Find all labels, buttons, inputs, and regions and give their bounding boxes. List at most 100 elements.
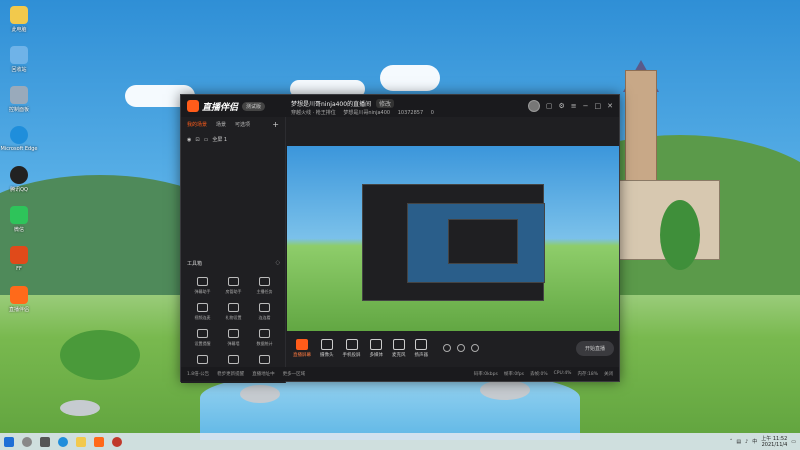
close-stats-button[interactable]: 关闭	[604, 371, 613, 377]
version-badge[interactable]: 测试版	[242, 101, 266, 111]
screen-capture-button[interactable]: 直播屏幕	[293, 338, 311, 358]
media-button[interactable]: 多媒体	[369, 338, 384, 358]
link-icon	[259, 303, 270, 312]
announcement-text: 1.8倍·公告	[187, 372, 210, 377]
camera-icon	[320, 338, 333, 350]
clock-date: 2021/11/4	[761, 441, 788, 448]
desktop-icon-label: 微信	[13, 227, 24, 233]
search-icon[interactable]	[22, 436, 32, 447]
extra-controls	[443, 344, 479, 352]
crossfire-icon	[10, 246, 28, 264]
tool-video-link[interactable]: 视频连麦	[187, 303, 218, 321]
message-icon[interactable]: ▢	[546, 102, 553, 110]
button-label: 多媒体	[369, 352, 384, 358]
desktop-icon-label: 回收站	[11, 67, 27, 73]
edge-icon[interactable]	[58, 436, 68, 447]
screen-icon	[296, 338, 308, 350]
desktop-icon-label: 控制面板	[8, 107, 29, 113]
speaker-button[interactable]: 扬声器	[415, 338, 428, 358]
clock[interactable]: 上午 11:52 2021/11/4	[761, 436, 787, 448]
window-controls: ▢ ⚙ ≡ − □ ✕	[527, 100, 613, 112]
logo-icon	[187, 100, 199, 112]
windows-start-icon[interactable]	[4, 436, 14, 447]
tool-label: 礼物设置	[225, 315, 242, 320]
control-panel-icon	[10, 86, 28, 104]
logo-text: 直播伴侣	[202, 102, 239, 113]
viewer-count: 0	[430, 110, 434, 116]
add-scene-icon[interactable]: +	[272, 120, 279, 129]
button-label: 直播屏幕	[293, 352, 311, 358]
settings-icon[interactable]	[471, 344, 479, 352]
settings-icon[interactable]: ⚙	[558, 102, 564, 110]
start-live-button[interactable]: 开始直播	[575, 340, 614, 356]
phone-cast-button[interactable]: 手机投屏	[342, 338, 361, 358]
download-icon	[228, 355, 239, 364]
desktop-icon-control-panel[interactable]: 控制面板	[4, 86, 34, 126]
tool-danmu-wall[interactable]: 弹幕墙	[218, 329, 249, 347]
nested-window-3	[448, 219, 518, 264]
more-icon	[259, 355, 270, 364]
tool-danmu-assistant[interactable]: 弹幕助手	[187, 277, 218, 295]
eye-icon[interactable]: ◉	[187, 137, 191, 143]
tool-label: 视频连麦	[194, 315, 211, 320]
app-taskbar-icon[interactable]	[112, 436, 122, 447]
minimize-icon[interactable]: −	[583, 102, 589, 110]
more-text[interactable]: 更多一区域	[283, 371, 306, 377]
button-label: 麦克风	[392, 352, 406, 358]
live-preview[interactable]	[287, 146, 619, 331]
task-view-icon[interactable]	[40, 436, 50, 447]
scene-item[interactable]: ◉ ⊡ ▭ 全屏 1	[181, 132, 285, 147]
avatar[interactable]	[527, 100, 540, 112]
tab-scenes[interactable]: 场景	[216, 121, 226, 128]
network-icon[interactable]: ▤	[736, 439, 741, 445]
ime-icon[interactable]: 中	[752, 438, 757, 445]
file-explorer-icon[interactable]	[76, 436, 86, 447]
cpu-usage: CPU:4%	[553, 371, 572, 376]
edit-room-button[interactable]: 修改	[376, 99, 395, 108]
desktop-icon-live-companion[interactable]: 直播伴侣	[4, 286, 34, 326]
tool-link-game[interactable]: 连连看	[249, 303, 280, 321]
tool-label: 数据统计	[256, 341, 273, 346]
volume-icon[interactable]: ♪	[745, 439, 748, 445]
microphone-button[interactable]: 麦克风	[392, 338, 406, 358]
record-icon[interactable]	[443, 344, 451, 352]
tool-statistics[interactable]: 数据统计	[249, 329, 280, 347]
camera-button[interactable]: 摄像头	[320, 338, 334, 358]
maximize-icon[interactable]: □	[595, 102, 602, 110]
close-icon[interactable]: ✕	[607, 102, 613, 110]
desktop-icon-recycle-bin[interactable]: 回收站	[4, 46, 34, 86]
tray-arrow-icon[interactable]: ˄	[730, 439, 733, 445]
room-category[interactable]: 穿越火线 · 枪王排位	[291, 110, 336, 116]
framerate: 帧率:0fps	[503, 372, 524, 377]
desktop-icon-qq[interactable]: 腾讯QQ	[4, 166, 34, 206]
video-icon	[197, 303, 208, 312]
menu-icon[interactable]: ≡	[571, 102, 577, 110]
address-text: 直播地址中	[252, 372, 275, 377]
taskbar: ˄ ▤ ♪ 中 上午 11:52 2021/11/4 ▭	[0, 433, 800, 450]
microphone-icon	[392, 338, 405, 350]
bitrate: 码率:0kbps	[473, 372, 498, 377]
desktop-icon-ff[interactable]: FF	[4, 246, 34, 286]
button-label: 手机投屏	[342, 352, 361, 358]
tab-my-scenes[interactable]: 我的场景	[187, 121, 207, 128]
tool-label: 弹幕墙	[227, 341, 240, 346]
beauty-icon[interactable]	[457, 344, 465, 352]
live-companion-taskbar-icon[interactable]	[94, 436, 104, 447]
tool-gift-settings[interactable]: 礼物设置	[218, 303, 249, 321]
bell-icon	[197, 329, 208, 338]
desktop-icon-wechat[interactable]: 微信	[4, 206, 34, 246]
lock-icon[interactable]: ⊡	[195, 137, 199, 143]
tool-streamer-tasks[interactable]: 主播任务	[249, 277, 280, 295]
tool-room-manager[interactable]: 房管助手	[218, 277, 249, 295]
toolbox-expand-icon[interactable]: ◌	[276, 260, 280, 267]
rock	[240, 385, 280, 403]
room-owner: 梦想是川哥ninja400	[343, 110, 391, 116]
tab-options[interactable]: 可选项	[235, 121, 250, 128]
desktop-icon-this-pc[interactable]: 此电脑	[4, 6, 34, 46]
clock-time: 上午 11:52	[761, 435, 788, 442]
status-bar: 1.8倍·公告 稳步更新提醒 直播地址中 更多一区域 码率:0kbps 帧率:0…	[181, 367, 619, 381]
desktop-icon-edge[interactable]: Microsoft Edge	[1, 126, 37, 166]
notification-icon[interactable]: ▭	[791, 439, 796, 445]
rock	[60, 400, 100, 416]
tool-reminder[interactable]: 设置提醒	[187, 329, 218, 347]
